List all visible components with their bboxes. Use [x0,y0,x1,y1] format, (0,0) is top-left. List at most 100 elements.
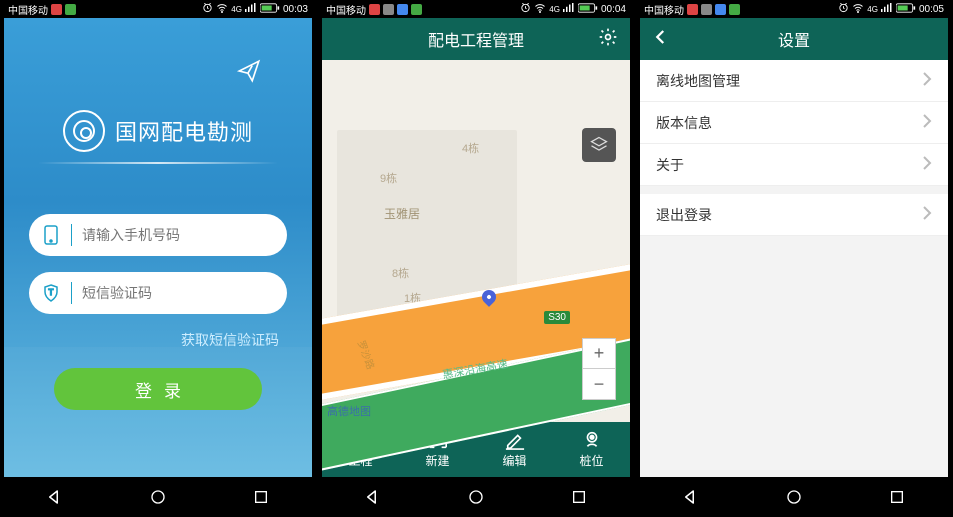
list-item-label: 退出登录 [656,205,712,225]
map-building-label: 8栋 [392,265,409,281]
phone-icon [43,225,63,245]
code-field-wrap[interactable]: T [29,272,287,314]
clock-label: 00:03 [283,4,308,15]
map-layers-button[interactable] [582,128,616,162]
wifi-icon [534,2,546,17]
indicator-icon [369,4,380,15]
list-item-label: 关于 [656,155,684,175]
phone-input[interactable] [82,227,273,243]
carrier-label: 中国移动 [644,2,684,17]
recent-nav-icon[interactable] [241,477,281,517]
battery-icon [260,3,280,16]
back-nav-icon[interactable] [671,477,711,517]
phone-map: 中国移动 4G 00:04 配电工程管理 4栋 9栋 玉雅居 8栋 [322,0,630,517]
header-bar: 配电工程管理 [322,18,630,60]
zoom-control: + − [582,338,616,400]
code-input[interactable] [82,285,273,301]
recent-nav-icon[interactable] [877,477,917,517]
map-building-label: 4栋 [462,140,479,156]
android-nav-bar [322,477,630,517]
back-nav-icon[interactable] [353,477,393,517]
map-canvas[interactable]: 4栋 9栋 玉雅居 8栋 1栋 西南门 惠深沿海高速 罗沙路 S30 + − 高… [322,60,630,422]
clock-label: 00:05 [919,4,944,15]
indicator-icon [51,4,62,15]
battery-icon [578,3,598,16]
settings-button[interactable] [598,27,618,52]
chevron-right-icon [922,155,932,174]
signal-icon [881,2,893,16]
route-badge: S30 [544,311,570,324]
back-button[interactable] [652,28,670,51]
chevron-right-icon [922,71,932,90]
status-bar: 中国移动 4G 00:05 [640,0,948,18]
toolbar-label: 新建 [425,452,449,469]
edit-icon [504,430,526,450]
shield-icon: T [43,284,63,302]
indicator-icon [411,4,422,15]
net-label: 4G [549,5,560,14]
alarm-icon [838,2,849,16]
settings-item-offline-map[interactable]: 离线地图管理 [640,60,948,102]
header-bar: 设置 [640,18,948,60]
indicator-icon [715,4,726,15]
wifi-icon [216,2,228,17]
settings-item-logout[interactable]: 退出登录 [640,194,948,236]
indicator-icon [729,4,740,15]
app-logo-row: 国网配电勘测 [4,110,312,152]
list-item-label: 版本信息 [656,113,712,133]
carrier-label: 中国移动 [326,2,366,17]
login-screen: 国网配电勘测 T 获取短信验证码 登录 [4,18,312,477]
wifi-icon [852,2,864,17]
alarm-icon [202,2,213,16]
home-nav-icon[interactable] [774,477,814,517]
indicator-icon [383,4,394,15]
back-nav-icon[interactable] [35,477,75,517]
android-nav-bar [4,477,312,517]
map-building-name: 玉雅居 [384,205,420,222]
alarm-icon [520,2,531,16]
indicator-icon [397,4,408,15]
indicator-icon [65,4,76,15]
app-title: 国网配电勘测 [115,115,253,147]
login-button[interactable]: 登录 [54,368,262,410]
divider [38,162,278,164]
svg-text:T: T [49,288,54,297]
settings-item-about[interactable]: 关于 [640,144,948,186]
chevron-right-icon [922,205,932,224]
net-label: 4G [867,5,878,14]
settings-list: 离线地图管理 版本信息 关于 [640,60,948,186]
status-bar: 中国移动 4G 00:03 [4,0,312,18]
get-code-link[interactable]: 获取短信验证码 [29,330,287,350]
carrier-label: 中国移动 [8,2,48,17]
status-bar: 中国移动 4G 00:04 [322,0,630,18]
toolbar-label: 桩位 [579,452,603,469]
clock-label: 00:04 [601,4,626,15]
toolbar-label: 编辑 [502,452,526,469]
phone-field-wrap[interactable] [29,214,287,256]
home-nav-icon[interactable] [456,477,496,517]
chevron-right-icon [922,113,932,132]
net-label: 4G [231,5,242,14]
signal-icon [563,2,575,16]
phone-login: 中国移动 4G 00:03 国网配电勘测 [4,0,312,517]
page-title: 配电工程管理 [428,27,524,51]
page-title: 设置 [778,27,810,51]
recent-nav-icon[interactable] [559,477,599,517]
settings-item-version[interactable]: 版本信息 [640,102,948,144]
signal-icon [245,2,257,16]
phone-settings: 中国移动 4G 00:05 设置 离线地图管理 [640,0,948,517]
map-building-label: 9栋 [380,170,397,186]
pile-icon [581,430,603,450]
battery-icon [896,3,916,16]
android-nav-bar [640,477,948,517]
indicator-icon [687,4,698,15]
zoom-in-button[interactable]: + [583,339,615,369]
paper-plane-icon [236,58,262,89]
home-nav-icon[interactable] [138,477,178,517]
list-item-label: 离线地图管理 [656,71,740,91]
map-attribution: 高德地图 [327,403,371,419]
zoom-out-button[interactable]: − [583,369,615,399]
app-logo-icon [63,110,105,152]
indicator-icon [701,4,712,15]
toolbar-pile[interactable]: 桩位 [553,422,630,477]
